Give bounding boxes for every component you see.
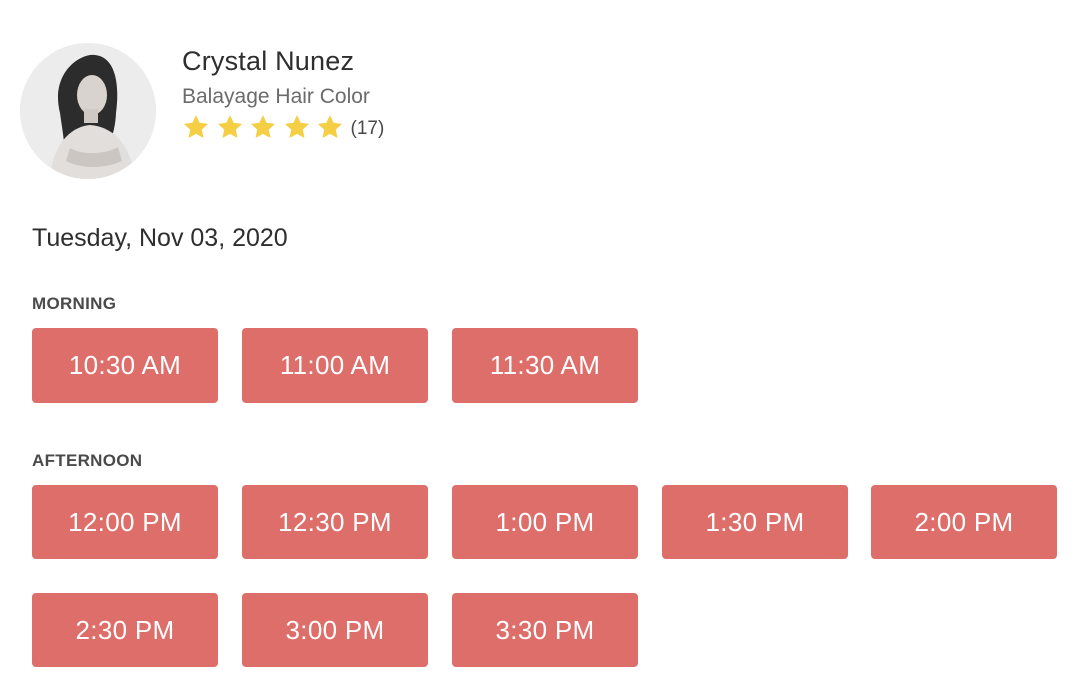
star-icon	[183, 114, 209, 138]
time-slot-button[interactable]: 10:30 AM	[32, 328, 218, 403]
booking-page: Crystal Nunez Balayage Hair Color (17) T…	[0, 0, 1082, 690]
time-slot-button[interactable]: 3:30 PM	[452, 593, 638, 667]
service-name: Balayage Hair Color	[182, 85, 370, 108]
profile-info: Crystal Nunez Balayage Hair Color (17)	[182, 43, 384, 143]
time-slot-button[interactable]: 2:30 PM	[32, 593, 218, 667]
star-icon	[217, 114, 242, 138]
avatar	[20, 43, 156, 179]
afternoon-label: AFTERNOON	[32, 451, 143, 470]
selected-date: Tuesday, Nov 03, 2020	[32, 224, 288, 252]
star-icon	[317, 114, 343, 138]
time-slot-button[interactable]: 12:00 PM	[32, 485, 218, 559]
morning-label: MORNING	[32, 294, 117, 313]
stylist-name: Crystal Nunez	[182, 46, 355, 76]
time-slot-button[interactable]: 1:00 PM	[452, 485, 638, 559]
review-count: (17)	[350, 118, 385, 139]
time-slot-button[interactable]: 11:30 AM	[452, 328, 638, 403]
time-slot-button[interactable]: 1:30 PM	[662, 485, 848, 559]
stylist-profile: Crystal Nunez Balayage Hair Color (17)	[20, 43, 384, 179]
time-slot-button[interactable]: 2:00 PM	[871, 485, 1057, 559]
time-slot-button[interactable]: 12:30 PM	[242, 485, 428, 559]
star-icon	[284, 114, 309, 138]
rating: (17)	[182, 113, 385, 146]
time-slot-button[interactable]: 11:00 AM	[242, 328, 428, 403]
time-slot-button[interactable]: 3:00 PM	[242, 593, 428, 667]
star-rating	[182, 113, 350, 146]
avatar-photo	[20, 43, 156, 179]
star-icon	[250, 114, 276, 138]
